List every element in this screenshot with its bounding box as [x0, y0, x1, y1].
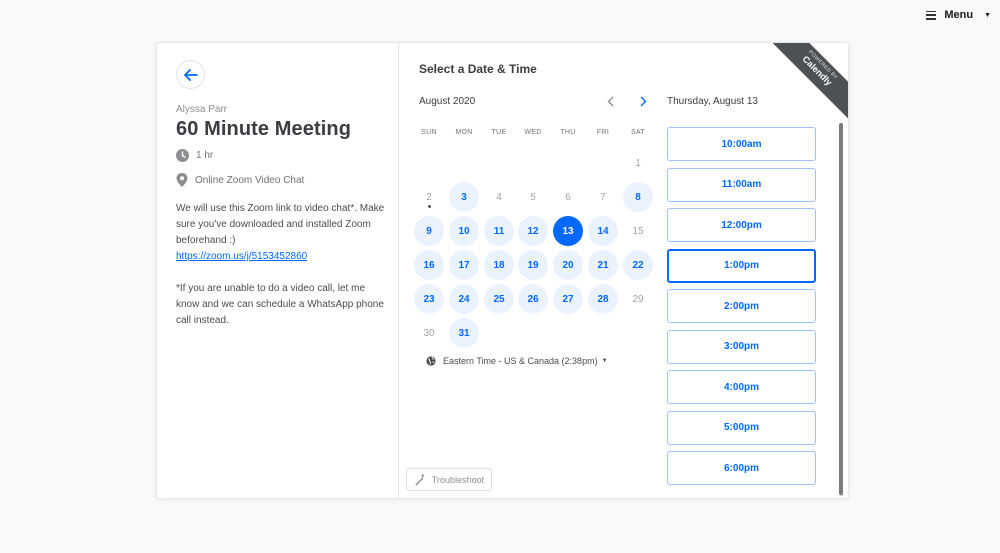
calendar-panel: Select a Date & Time August 2020 SUN MON T…	[399, 43, 655, 498]
description-text: We will use this Zoom link to video chat…	[176, 203, 385, 246]
zoom-link[interactable]: https://zoom.us/j/5153452860	[176, 249, 386, 265]
calendar-day-19[interactable]: 19	[518, 250, 548, 280]
globe-icon	[426, 356, 436, 366]
time-slot-button[interactable]: 1:00pm	[667, 248, 816, 283]
calendar-day-17[interactable]: 17	[449, 250, 479, 280]
calendar-day-3[interactable]: 3	[449, 182, 479, 212]
calendar-day-1: 1	[635, 157, 641, 169]
selected-day-title: Thursday, August 13	[667, 96, 758, 107]
clock-icon	[176, 149, 189, 162]
scheduling-card: Alyssa Parr 60 Minute Meeting 1 hr Onlin…	[156, 42, 849, 499]
calendar-day-24[interactable]: 24	[449, 284, 479, 314]
weekday-mon: MON	[455, 129, 473, 136]
month-label: August 2020	[419, 96, 476, 107]
troubleshoot-button[interactable]: Troubleshoot	[406, 468, 492, 491]
calendar-day-11[interactable]: 11	[484, 216, 514, 246]
calendar-day-10[interactable]: 10	[449, 216, 479, 246]
description-note: *If you are unable to do a video call, l…	[176, 283, 384, 326]
calendar-day-26[interactable]: 26	[518, 284, 548, 314]
time-slot-button[interactable]: 3:00pm	[667, 329, 816, 364]
next-month-button[interactable]	[636, 94, 650, 108]
caret-down-icon: ▼	[601, 358, 608, 364]
calendar-day-22[interactable]: 22	[623, 250, 653, 280]
calendar-day-18[interactable]: 18	[484, 250, 514, 280]
today-indicator	[427, 205, 431, 208]
calendar-day-16[interactable]: 16	[414, 250, 444, 280]
calendar-day-15: 15	[632, 225, 644, 237]
duration-text: 1 hr	[196, 150, 214, 161]
time-slots-panel: Thursday, August 13 10:00am 11:00am 12:00p…	[655, 43, 848, 498]
location-row: Online Zoom Video Chat	[176, 173, 304, 187]
time-slot-button[interactable]: 11:00am	[667, 167, 816, 202]
calendar-day-29: 29	[632, 293, 644, 305]
calendar-day-20[interactable]: 20	[553, 250, 583, 280]
weekday-sat: SAT	[631, 129, 645, 136]
caret-down-icon: ▼	[984, 11, 991, 19]
arrow-left-icon	[183, 68, 198, 81]
hamburger-icon	[926, 10, 937, 20]
troubleshoot-label: Troubleshoot	[431, 474, 485, 485]
time-slot-list: 10:00am 11:00am 12:00pm 1:00pm 2:00pm 3:00pm 4…	[667, 127, 816, 492]
menu-button[interactable]: Menu ▼	[926, 9, 991, 21]
time-slot-button[interactable]: 6:00pm	[667, 451, 816, 485]
time-slot-button[interactable]: 5:00pm	[667, 410, 816, 445]
calendar-day-13[interactable]: 13	[553, 216, 583, 246]
weekday-wed: WED	[524, 129, 542, 136]
chevron-left-icon	[607, 96, 613, 106]
calendar-day-30: 30	[423, 327, 435, 339]
calendar-day-4: 4	[496, 191, 502, 203]
event-details-panel: Alyssa Parr 60 Minute Meeting 1 hr Onlin…	[157, 43, 399, 498]
weekday-thu: THU	[560, 129, 576, 136]
calendar-day-5: 5	[530, 191, 536, 203]
duration-row: 1 hr	[176, 149, 213, 162]
calendar-day-23[interactable]: 23	[414, 284, 444, 314]
wrench-icon	[415, 474, 427, 486]
back-button[interactable]	[176, 60, 205, 89]
calendar-day-6: 6	[565, 191, 571, 203]
calendar-day-7: 7	[600, 191, 606, 203]
prev-month-button[interactable]	[603, 94, 617, 108]
calendar-day-27[interactable]: 27	[553, 284, 583, 314]
calendar-day-28[interactable]: 28	[588, 284, 618, 314]
calendar-day-14[interactable]: 14	[588, 216, 618, 246]
timezone-label: Eastern Time - US & Canada (2:38pm)	[443, 356, 598, 366]
calendar-day-2: 2	[414, 182, 444, 212]
calendar-day-8[interactable]: 8	[623, 182, 653, 212]
time-slot-button[interactable]: 10:00am	[667, 127, 816, 161]
time-slot-button[interactable]: 4:00pm	[667, 370, 816, 404]
scrollbar-thumb[interactable]	[839, 123, 843, 495]
select-date-heading: Select a Date & Time	[419, 62, 537, 76]
timezone-selector[interactable]: Eastern Time - US & Canada (2:38pm) ▼	[426, 356, 608, 366]
menu-label: Menu	[944, 9, 974, 21]
time-slot-button[interactable]: 2:00pm	[667, 289, 816, 323]
event-description: We will use this Zoom link to video chat…	[176, 201, 386, 345]
calendar-day-12[interactable]: 12	[518, 216, 548, 246]
time-slot-button[interactable]: 12:00pm	[667, 208, 816, 242]
calendar-day-31[interactable]: 31	[449, 318, 479, 348]
calendar-day-9[interactable]: 9	[414, 216, 444, 246]
chevron-right-icon	[640, 96, 646, 106]
calendar-day-21[interactable]: 21	[588, 250, 618, 280]
host-name: Alyssa Parr	[176, 104, 228, 115]
weekday-fri: FRI	[596, 129, 610, 136]
location-text: Online Zoom Video Chat	[195, 174, 305, 186]
location-pin-icon	[176, 173, 188, 187]
event-title: 60 Minute Meeting	[176, 118, 352, 140]
weekday-sun: SUN	[421, 129, 437, 136]
calendar-day-25[interactable]: 25	[484, 284, 514, 314]
weekday-tue: TUE	[491, 129, 507, 136]
